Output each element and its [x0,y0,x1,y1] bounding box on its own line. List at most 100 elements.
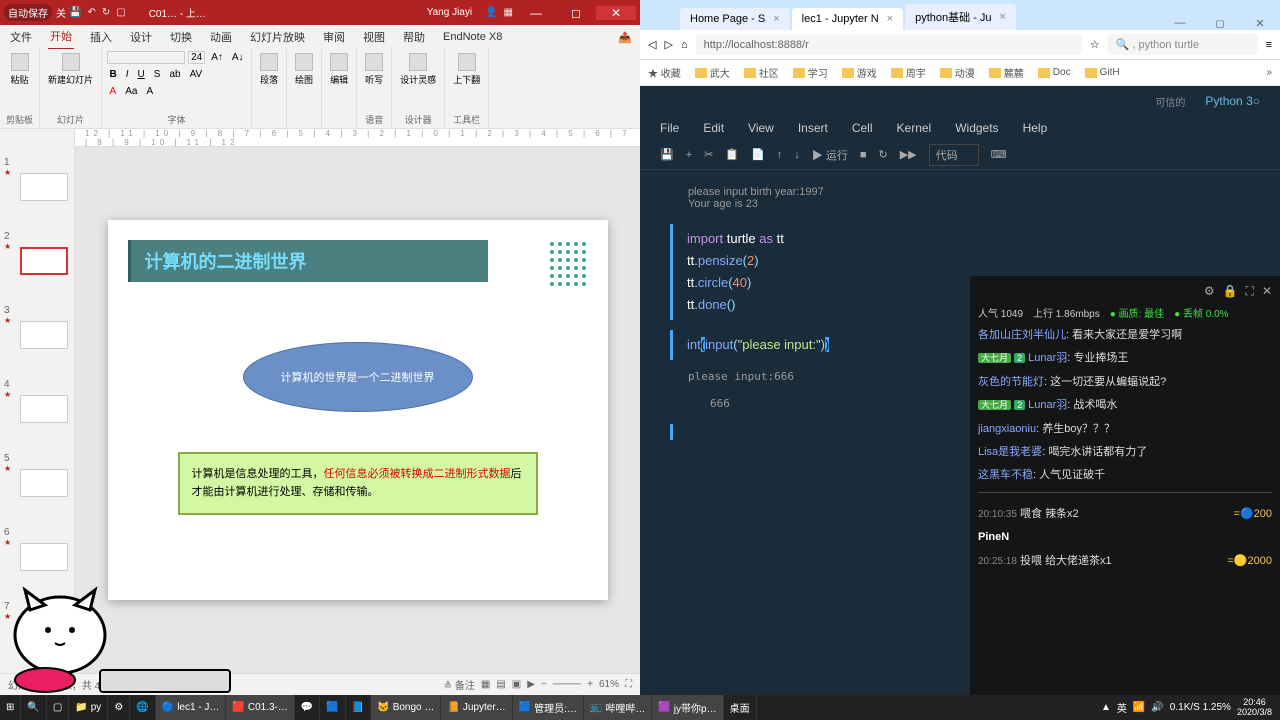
tab-home[interactable]: 开始 [48,24,74,50]
settings-button[interactable]: ⚙ [108,695,130,720]
menu-cell[interactable]: Cell [852,121,873,135]
volume-icon[interactable]: 🔊 [1151,702,1163,713]
design-ideas-button[interactable]: 设计灵感 [398,51,438,88]
language[interactable]: 中文(中国) [129,677,176,692]
notes-button[interactable]: ≙ 备注 [444,677,475,692]
updown-button[interactable]: 上下翻 [451,51,482,88]
thumb-1[interactable]: 1★ [4,133,70,201]
home-button[interactable]: ⌂ [681,39,688,51]
trusted-label[interactable]: 可信的 [1155,94,1185,109]
save-icon[interactable]: 💾 [660,148,674,161]
view-reading-icon[interactable]: ▣ [512,679,521,690]
new-slide-button[interactable]: 新建幻灯片 [46,51,95,88]
keyboard-icon[interactable]: ⌨ [991,148,1007,161]
thumb-2[interactable]: 2★ [4,207,70,275]
task-jupyter[interactable]: 📙 Jupyter… [441,695,512,720]
bookmark-folder[interactable]: 学习 [793,65,828,80]
bookmark-folder[interactable]: 武大 [695,65,730,80]
view-normal-icon[interactable]: ▦ [481,679,490,690]
maximize-button[interactable]: ◻ [556,6,596,20]
favorites-icon[interactable]: ★ 收藏 [648,65,681,80]
task-stream[interactable]: 🟪 jy带你p… [652,695,723,720]
tab-design[interactable]: 设计 [128,25,154,49]
fastforward-icon[interactable]: ▶▶ [900,148,917,161]
text-box[interactable]: 计算机是信息处理的工具，任何信息必须被转换成二进制形式数据后才能由计算机进行处理… [178,452,538,515]
share-button[interactable]: 📤 [618,31,632,44]
add-cell-icon[interactable]: + [686,149,692,161]
browser-tab-2[interactable]: lec1 - Jupyter N× [792,8,903,30]
paste-button[interactable]: 粘贴 [9,51,31,88]
show-desktop[interactable]: 桌面 [724,695,757,720]
tab-help[interactable]: 帮助 [401,25,427,49]
restart-icon[interactable]: ↻ [878,148,887,161]
stop-icon[interactable]: ■ [860,149,867,161]
zoom-out-button[interactable]: − [541,679,547,690]
fit-button[interactable]: ⛶ [625,679,632,690]
close-icon[interactable]: × [1000,11,1006,23]
zoom-level[interactable]: 61% [599,679,619,690]
task-wechat[interactable]: 💬 [295,695,320,720]
slide-thumbnails[interactable]: 1★ 2★ 3★ 4★ 5★ 6★ 7★ 8★ 9★ 10★ [0,129,75,673]
tab-endnote[interactable]: EndNote X8 [441,27,504,47]
chrome-button[interactable]: 🌐 [130,695,155,720]
explorer-button[interactable]: 📁 py [69,695,108,720]
close-button[interactable]: ✕ [596,6,636,20]
view-slideshow-icon[interactable]: ▶ [527,679,535,690]
menu-icon[interactable]: ≡ [1266,39,1272,51]
zoom-in-button[interactable]: + [587,679,593,690]
task-lec1[interactable]: 🔵 lec1 - J… [156,695,227,720]
bookmark-folder[interactable]: 动漫 [940,65,975,80]
tab-insert[interactable]: 插入 [88,25,114,49]
bookmark-folder[interactable]: GitH [1085,67,1120,78]
close-button[interactable]: ✕ [1240,17,1280,30]
thumb-6[interactable]: 6★ [4,503,70,571]
cut-icon[interactable]: ✂ [704,148,713,161]
task-ppt[interactable]: 🟥 C01.3-… [226,695,294,720]
draw-button[interactable]: 绘图 [293,51,315,88]
tray-icon[interactable]: ▲ [1101,702,1111,713]
slide-title[interactable]: 计算机的二进制世界 [128,240,488,282]
system-tray[interactable]: ▲ 英 📶 🔊 0.1K/S 1.25% 20:462020/3/8 [1093,698,1280,718]
bookmark-folder[interactable]: 周宇 [891,65,926,80]
bookmark-folder[interactable]: 麓麓 [989,65,1024,80]
menu-file[interactable]: File [660,121,679,135]
slide-canvas[interactable]: 计算机的二进制世界 计算机的世界是一个二进制世界 计算机是信息处理的工具，任何信… [108,220,608,600]
more-icon[interactable]: » [1266,67,1272,78]
tab-view[interactable]: 视图 [361,25,387,49]
tab-transition[interactable]: 切换 [168,25,194,49]
ribbon-mode-icon[interactable]: ▦ [504,7,513,18]
browser-tab-3[interactable]: python基础 - Ju× [905,4,1016,30]
minimize-button[interactable]: — [1160,17,1200,30]
thumb-5[interactable]: 5★ [4,429,70,497]
task-admin[interactable]: 🟦 管理员:… [513,695,584,720]
url-input[interactable]: http://localhost:8888/r [696,35,1082,55]
task-bilibili[interactable]: 📺 哔哩哔… [584,695,652,720]
search-input[interactable]: 🔍 , python turtle [1108,34,1258,55]
view-sorter-icon[interactable]: ▤ [496,679,505,690]
save-icon[interactable]: 💾 [69,7,81,18]
close-icon[interactable]: × [887,13,893,25]
menu-kernel[interactable]: Kernel [897,121,932,135]
task-bongo[interactable]: 🐱 Bongo … [371,695,441,720]
undo-icon[interactable]: ↶ [87,7,95,18]
oval-shape[interactable]: 计算机的世界是一个二进制世界 [243,342,473,412]
tab-animation[interactable]: 动画 [208,25,234,49]
menu-view[interactable]: View [748,121,774,135]
forward-button[interactable]: ▷ [664,38,672,51]
search-button[interactable]: 🔍 [21,695,46,720]
redo-icon[interactable]: ↻ [102,7,110,18]
task-word[interactable]: 📘 [346,695,371,720]
tab-review[interactable]: 审阅 [321,25,347,49]
task-vscode[interactable]: 🟦 [320,695,345,720]
maximize-button[interactable]: ◻ [1200,17,1240,30]
bookmark-folder[interactable]: Doc [1038,67,1071,78]
back-button[interactable]: ◁ [648,38,656,51]
close-icon[interactable]: ✕ [1262,284,1272,299]
copy-icon[interactable]: 📋 [725,148,739,161]
thumb-7[interactable]: 7★ [4,577,70,645]
move-down-icon[interactable]: ↓ [794,149,800,161]
clock[interactable]: 20:462020/3/8 [1237,698,1272,718]
autosave-toggle[interactable]: 关 [56,5,66,20]
font-size-input[interactable]: 24 [188,51,205,64]
minimize-button[interactable]: — [516,6,556,20]
